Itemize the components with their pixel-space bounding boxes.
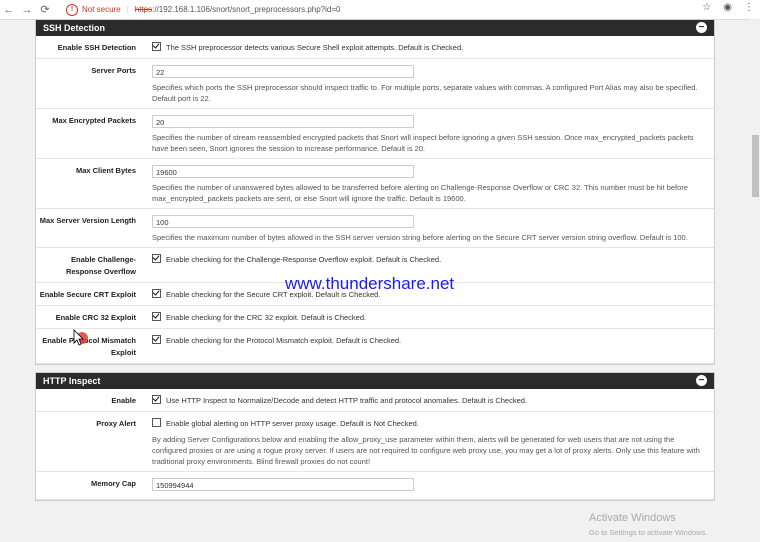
checkbox[interactable] xyxy=(152,289,161,298)
checkbox[interactable] xyxy=(152,42,161,51)
checkbox[interactable] xyxy=(152,312,161,321)
url-scheme: https xyxy=(134,5,153,14)
checkbox-label: Enable global alerting on HTTP server pr… xyxy=(166,419,419,428)
setting-label: Max Client Bytes xyxy=(75,166,136,175)
collapse-icon[interactable]: − xyxy=(696,22,707,33)
main-content: SSH Detection − Enable SSH Detection The … xyxy=(35,19,715,501)
setting-label: Enable Secure CRT Exploit xyxy=(39,290,136,299)
setting-label: Enable Challenge-Response Overflow xyxy=(65,255,136,276)
setting-row-max-server-version-length: Max Server Version Length 100 Specifies th… xyxy=(36,209,714,248)
not-secure-label: Not secure xyxy=(82,5,121,14)
setting-row-enable-crc-32-exploit: Enable CRC 32 Exploit Enable checking for… xyxy=(36,306,714,329)
setting-label: Enable SSH Detection xyxy=(57,43,136,52)
setting-label: Enable xyxy=(111,396,136,405)
setting-label: Max Encrypted Packets xyxy=(52,116,136,125)
browser-toolbar: ← → ⟳ ! Not secure | https ://192.168.1.… xyxy=(0,0,760,20)
setting-row-server-ports: Server Ports 22 Specifies which ports the … xyxy=(36,59,714,109)
ssh-panel-title: SSH Detection − xyxy=(36,20,714,36)
url-path: ://192.168.1.106/snort/snort_preprocesso… xyxy=(152,5,341,14)
address-bar[interactable]: ! Not secure | https ://192.168.1.106/sn… xyxy=(66,2,718,17)
checkbox-label: Use HTTP Inspect to Normalize/Decode and… xyxy=(166,396,528,405)
memory-cap-input[interactable]: 150994944 xyxy=(152,478,414,491)
checkbox[interactable] xyxy=(152,395,161,404)
account-icon[interactable]: ◉ xyxy=(723,2,732,13)
setting-row-enable-protocol-mismatch-exploit: Enable Protocol Mismatch Exploit Enable c… xyxy=(36,329,714,364)
reload-icon[interactable]: ⟳ xyxy=(36,3,54,16)
setting-row-max-encrypted-packets: Max Encrypted Packets 20 Specifies the num… xyxy=(36,109,714,159)
setting-row-proxy-alert: Proxy Alert Enable global alerting on HTT… xyxy=(36,412,714,472)
help-text: Specifies the maximum number of bytes al… xyxy=(152,233,688,242)
setting-label: Max Server Version Length xyxy=(39,216,136,225)
watermark: www.thundershare.net xyxy=(285,274,455,293)
checkbox-label: The SSH preprocessor detects various Sec… xyxy=(166,43,464,52)
checkbox-label: Enable checking for the CRC 32 exploit. … xyxy=(166,313,367,322)
ssh-panel: SSH Detection − Enable SSH Detection The … xyxy=(35,19,715,365)
server-ports-input[interactable]: 22 xyxy=(152,65,414,78)
help-text: By adding Server Configurations below an… xyxy=(152,435,700,466)
back-icon[interactable]: ← xyxy=(0,4,18,16)
star-icon[interactable]: ☆ xyxy=(702,2,711,13)
http-panel-title: HTTP Inspect − xyxy=(36,373,714,389)
scrollbar[interactable] xyxy=(750,19,760,542)
menu-icon[interactable]: ⋮ xyxy=(744,2,754,13)
activate-windows-title: Activate Windows xyxy=(589,512,676,524)
checkbox[interactable] xyxy=(152,254,161,263)
help-text: Specifies which ports the SSH preprocess… xyxy=(152,83,698,103)
collapse-icon[interactable]: − xyxy=(696,375,707,386)
warning-icon: ! xyxy=(66,3,78,16)
http-panel: HTTP Inspect − Enable Use HTTP Inspect to… xyxy=(35,372,715,501)
checkbox-label: Enable checking for the Challenge-Respon… xyxy=(166,255,442,264)
mouse-cursor-icon xyxy=(73,329,88,346)
checkbox[interactable] xyxy=(152,418,161,427)
setting-label: Server Ports xyxy=(91,66,136,75)
max-server-version-length-input[interactable]: 100 xyxy=(152,215,414,228)
setting-label: Memory Cap xyxy=(90,479,136,488)
setting-row-enable: Enable Use HTTP Inspect to Normalize/Deco… xyxy=(36,389,714,412)
max-encrypted-packets-input[interactable]: 20 xyxy=(152,115,414,128)
scrollbar-thumb[interactable] xyxy=(752,135,759,197)
setting-row-memory-cap: Memory Cap 150994944 xyxy=(36,472,714,500)
setting-label: Enable CRC 32 Exploit xyxy=(55,313,136,322)
setting-row-max-client-bytes: Max Client Bytes 19600 Specifies the numbe… xyxy=(36,159,714,209)
help-text: Specifies the number of unanswered bytes… xyxy=(152,183,688,203)
checkbox-label: Enable checking for the Protocol Mismatc… xyxy=(166,336,402,345)
max-client-bytes-input[interactable]: 19600 xyxy=(152,165,414,178)
setting-row-enable-ssh-detection: Enable SSH Detection The SSH preprocessor… xyxy=(36,36,714,59)
forward-icon[interactable]: → xyxy=(18,4,36,16)
checkbox[interactable] xyxy=(152,335,161,344)
help-text: Specifies the number of stream reassembl… xyxy=(152,133,694,153)
setting-label: Proxy Alert xyxy=(96,419,136,428)
activate-windows-subtitle: Go to Settings to activate Windows. xyxy=(589,528,708,537)
